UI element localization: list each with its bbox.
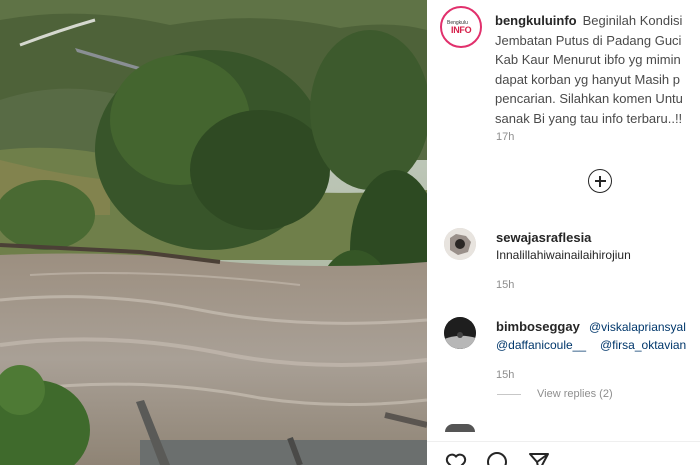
action-bar: [427, 441, 700, 465]
heart-icon[interactable]: [444, 450, 468, 465]
plus-circle-icon[interactable]: [588, 169, 612, 193]
comment-icon[interactable]: [485, 450, 509, 465]
caption-line-1: bengkuluinfo Beginilah Kondisi: [495, 11, 700, 31]
view-replies-label: View replies (2): [537, 388, 613, 400]
comment-text: Innalillahiwainailaihirojiun⁡: [496, 248, 631, 262]
comment-mention[interactable]: @viskalapriansyal: [589, 320, 686, 334]
share-icon[interactable]: [527, 450, 551, 465]
comment-mention[interactable]: @daffanicoule__: [496, 338, 586, 352]
comment-username[interactable]: bimboseggay: [496, 319, 580, 334]
caption-text: bengkuluinfo Beginilah Kondisi Jembatan P…: [495, 11, 700, 129]
caption-line-6: sanak Bi yang tau info terbaru..!!: [495, 110, 683, 126]
commenter-avatar[interactable]: [444, 317, 476, 349]
brand-logo: Bengkulu INFO: [445, 11, 477, 43]
replies-divider: [497, 393, 521, 395]
caption-timestamp[interactable]: 17h: [496, 131, 514, 143]
brand-logo-bottom: INFO: [451, 25, 472, 35]
avatar-image: [444, 317, 476, 349]
commenter-avatar[interactable]: [444, 228, 476, 260]
view-replies-button[interactable]: View replies (2): [497, 388, 613, 400]
caption-username[interactable]: bengkuluinfo: [495, 13, 577, 28]
avatar-image: [444, 228, 476, 260]
comment-timestamp[interactable]: 15h: [496, 279, 514, 291]
caption-line-text: Beginilah Kondisi: [582, 13, 683, 28]
caption-line-3: Kab Kaur Menurut ibfo yg mimin: [495, 52, 681, 68]
flooded-river-image: [0, 0, 427, 465]
comment-timestamp[interactable]: 15h: [496, 369, 514, 381]
comment-username[interactable]: sewajasraflesia: [496, 230, 591, 245]
caption-line-2: Jembatan Putus di Padang Guci: [495, 32, 682, 48]
caption-line-4: dapat korban yg hanyut Masih p: [495, 71, 681, 87]
caption-line-5: pencarian. Silahkan komen Untu: [495, 91, 683, 107]
commenter-avatar[interactable]: [445, 424, 475, 432]
comments-panel: Bengkulu INFO bengkuluinfo Beginilah Kond…: [427, 0, 700, 465]
post-photo: [0, 0, 427, 465]
account-avatar[interactable]: Bengkulu INFO: [440, 6, 482, 48]
comment-mention[interactable]: @firsa_oktavian: [600, 338, 686, 352]
